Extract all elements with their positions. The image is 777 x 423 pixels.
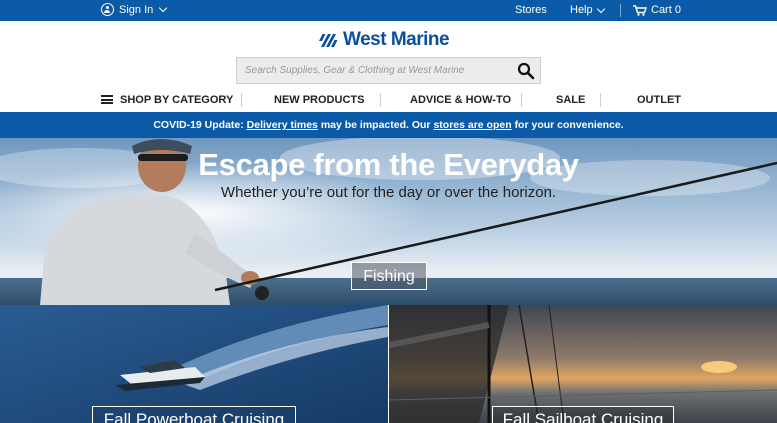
nav-shop-by-category[interactable]: SHOP BY CATEGORY [101, 94, 233, 106]
delivery-times-link[interactable]: Delivery times [247, 119, 318, 131]
search-box [236, 57, 541, 84]
stores-link[interactable]: Stores [515, 4, 547, 16]
menu-icon [101, 95, 113, 104]
logo-icon [319, 33, 338, 47]
nav-label: SHOP BY CATEGORY [120, 94, 234, 106]
fishing-button[interactable]: Fishing [351, 262, 427, 290]
main-nav: SHOP BY CATEGORY NEW PRODUCTS ADVICE & H… [0, 88, 777, 112]
banner-suffix: for your convenience. [514, 119, 624, 131]
hero-banner[interactable]: Escape from the Everyday Whether you’re … [0, 138, 777, 305]
user-icon [101, 3, 114, 16]
nav-advice-how-to[interactable]: ADVICE & HOW-TO [410, 94, 511, 106]
fall-powerboat-button[interactable]: Fall Powerboat Cruising [92, 406, 296, 423]
utility-bar: Sign In Stores Help Cart 0 [0, 0, 777, 21]
search-input[interactable] [237, 58, 507, 83]
nav-new-products[interactable]: NEW PRODUCTS [274, 94, 364, 106]
tile-sailboat[interactable]: Fall Sailboat Cruising [389, 305, 777, 423]
nav-divider [600, 93, 601, 107]
chevron-down-icon [596, 4, 605, 13]
search-icon[interactable] [517, 62, 535, 80]
stores-open-link[interactable]: stores are open [433, 119, 511, 131]
west-marine-logo[interactable]: West Marine [319, 29, 450, 51]
nav-divider [241, 93, 242, 107]
cart-label: Cart 0 [651, 4, 681, 16]
hero-title: Escape from the Everyday [198, 147, 579, 182]
hero-subtitle: Whether you’re out for the day or over t… [220, 184, 557, 201]
cart-link[interactable]: Cart 0 [633, 4, 681, 16]
nav-outlet[interactable]: OUTLET [637, 94, 681, 106]
sign-in-link[interactable]: Sign In [101, 3, 168, 16]
banner-middle: may be impacted. Our [320, 119, 431, 131]
logo-text: West Marine [343, 29, 450, 50]
tile-powerboat[interactable]: Fall Powerboat Cruising [0, 305, 388, 423]
nav-divider [380, 93, 381, 107]
covid-banner: COVID-19 Update: Delivery times may be i… [0, 112, 777, 138]
chevron-down-icon [159, 3, 168, 13]
nav-sale[interactable]: SALE [556, 94, 585, 106]
divider [620, 4, 621, 17]
fall-sailboat-button[interactable]: Fall Sailboat Cruising [492, 406, 674, 423]
help-menu[interactable]: Help [570, 4, 605, 16]
cart-icon [633, 4, 647, 16]
nav-divider [521, 93, 522, 107]
banner-prefix: COVID-19 Update: [153, 119, 244, 131]
sign-in-label: Sign In [119, 3, 154, 16]
help-label: Help [570, 4, 593, 16]
